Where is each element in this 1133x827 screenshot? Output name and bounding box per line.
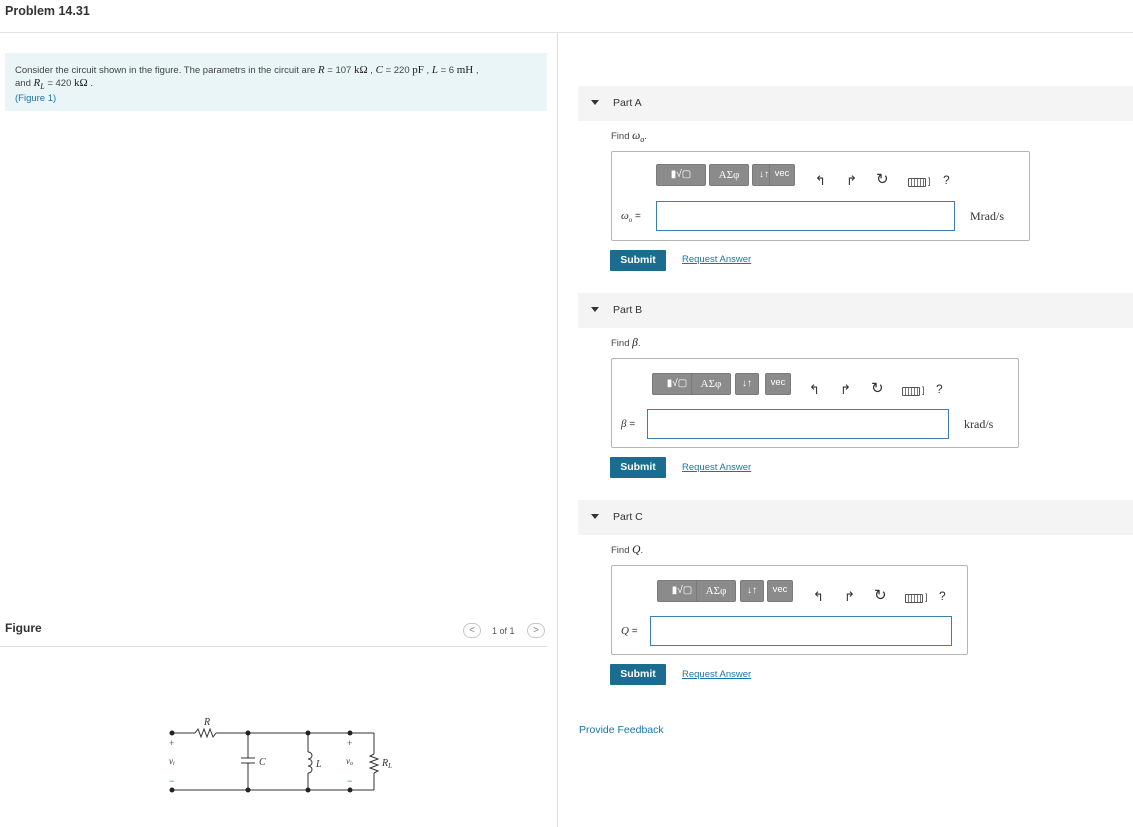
- part-c-answer-box: ▮√▢ ΑΣφ ↓↑ vec ↰ ↱ ↻ ] ? Q =: [611, 565, 968, 655]
- figure-next-button[interactable]: >: [527, 623, 545, 638]
- subscript-superscript-button[interactable]: ↓↑: [740, 580, 764, 602]
- problem-statement: Consider the circuit shown in the figure…: [5, 53, 547, 111]
- node-dot: [245, 730, 251, 736]
- part-a-unit: Mrad/s: [970, 209, 1004, 223]
- templates-button[interactable]: ▮√▢: [656, 164, 706, 186]
- provide-feedback-link[interactable]: Provide Feedback: [579, 724, 664, 736]
- part-a-answer-input[interactable]: [656, 201, 955, 231]
- figure-link[interactable]: (Figure 1): [15, 93, 537, 105]
- collapse-icon[interactable]: [591, 514, 599, 519]
- part-c-request-answer-link[interactable]: Request Answer: [682, 669, 751, 680]
- node-dot: [305, 730, 311, 736]
- undo-icon[interactable]: ↰: [815, 174, 826, 188]
- part-b-answer-box: ▮√▢ ΑΣφ ↓↑ vec ↰ ↱ ↻ ] ? β = krad/s: [611, 358, 1019, 448]
- vector-button[interactable]: vec: [765, 373, 791, 395]
- vector-button[interactable]: vec: [767, 580, 793, 602]
- node-dot: [169, 730, 175, 736]
- greek-symbols-button[interactable]: ΑΣφ: [709, 164, 749, 186]
- label-R: R: [203, 717, 210, 728]
- part-a-request-answer-link[interactable]: Request Answer: [682, 254, 751, 265]
- figure-label: Figure: [5, 621, 42, 635]
- node-dot: [169, 787, 175, 793]
- label-vo: vo: [346, 756, 353, 767]
- node-dot: [347, 787, 353, 793]
- part-c-submit-button[interactable]: Submit: [610, 664, 666, 685]
- undo-icon[interactable]: ↰: [813, 590, 824, 604]
- keyboard-icon[interactable]: [908, 178, 926, 187]
- reset-icon[interactable]: ↻: [874, 588, 887, 603]
- redo-icon[interactable]: ↱: [840, 383, 851, 397]
- pane-divider: [557, 33, 558, 827]
- header-divider: [0, 32, 1133, 33]
- subscript-superscript-button[interactable]: ↓↑: [735, 373, 759, 395]
- greek-symbols-button[interactable]: ΑΣφ: [696, 580, 736, 602]
- help-icon[interactable]: ?: [939, 589, 946, 603]
- part-b-submit-button[interactable]: Submit: [610, 457, 666, 478]
- reset-icon[interactable]: ↻: [876, 172, 889, 187]
- circuit-diagram: R C L RL vi vo + − + −: [169, 717, 392, 793]
- redo-icon[interactable]: ↱: [844, 590, 855, 604]
- keyboard-icon[interactable]: [905, 594, 923, 603]
- keyboard-shortcut-icon: ]: [925, 592, 928, 602]
- help-icon[interactable]: ?: [943, 173, 950, 187]
- part-c-header[interactable]: Part C: [578, 500, 1133, 535]
- vi-plus: +: [169, 738, 174, 748]
- node-dot: [305, 787, 311, 793]
- vi-minus: −: [169, 776, 174, 786]
- node-dot: [245, 787, 251, 793]
- label-L: L: [315, 759, 322, 770]
- vo-plus: +: [347, 738, 352, 748]
- keyboard-icon[interactable]: [902, 387, 920, 396]
- keyboard-shortcut-icon: ]: [922, 385, 925, 395]
- part-c-question: Find Q.: [611, 544, 644, 556]
- label-RL: RL: [381, 758, 392, 770]
- part-b-header[interactable]: Part B: [578, 293, 1133, 328]
- label-vi: vi: [169, 756, 175, 767]
- help-icon[interactable]: ?: [936, 382, 943, 396]
- part-c-title: Part C: [613, 511, 643, 523]
- figure-divider: [0, 646, 547, 647]
- undo-icon[interactable]: ↰: [809, 383, 820, 397]
- figure-prev-button[interactable]: <: [463, 623, 481, 638]
- statement-line-2: and RL = 420 kΩ .: [15, 77, 93, 91]
- answer-variable-label: ωo =: [621, 210, 641, 224]
- vo-minus: −: [347, 776, 352, 786]
- statement-line-1: Consider the circuit shown in the figure…: [15, 64, 479, 76]
- part-b-question: Find β.: [611, 337, 641, 349]
- label-C: C: [259, 757, 266, 768]
- part-a-question: Find ωo.: [611, 130, 647, 144]
- part-a-submit-button[interactable]: Submit: [610, 250, 666, 271]
- greek-symbols-button[interactable]: ΑΣφ: [691, 373, 731, 395]
- part-c-answer-input[interactable]: [650, 616, 952, 646]
- answer-variable-label: Q =: [621, 625, 638, 637]
- reset-icon[interactable]: ↻: [871, 381, 884, 396]
- part-b-unit: krad/s: [964, 417, 994, 431]
- part-b-request-answer-link[interactable]: Request Answer: [682, 462, 751, 473]
- collapse-icon[interactable]: [591, 100, 599, 105]
- part-a-header[interactable]: Part A: [578, 86, 1133, 121]
- collapse-icon[interactable]: [591, 307, 599, 312]
- part-b-title: Part B: [613, 304, 643, 316]
- figure-pager-text: 1 of 1: [492, 626, 515, 636]
- part-a-answer-box: ▮√▢ ΑΣφ ↓↑ vec ↰ ↱ ↻ ] ? ωo = Mrad/s: [611, 151, 1030, 241]
- vector-button[interactable]: vec: [769, 164, 795, 186]
- part-a-title: Part A: [613, 97, 642, 109]
- answer-variable-label: β =: [621, 418, 636, 430]
- redo-icon[interactable]: ↱: [846, 174, 857, 188]
- keyboard-shortcut-icon: ]: [928, 176, 931, 186]
- node-dot: [347, 730, 353, 736]
- part-b-answer-input[interactable]: [647, 409, 949, 439]
- problem-title: Problem 14.31: [5, 4, 90, 18]
